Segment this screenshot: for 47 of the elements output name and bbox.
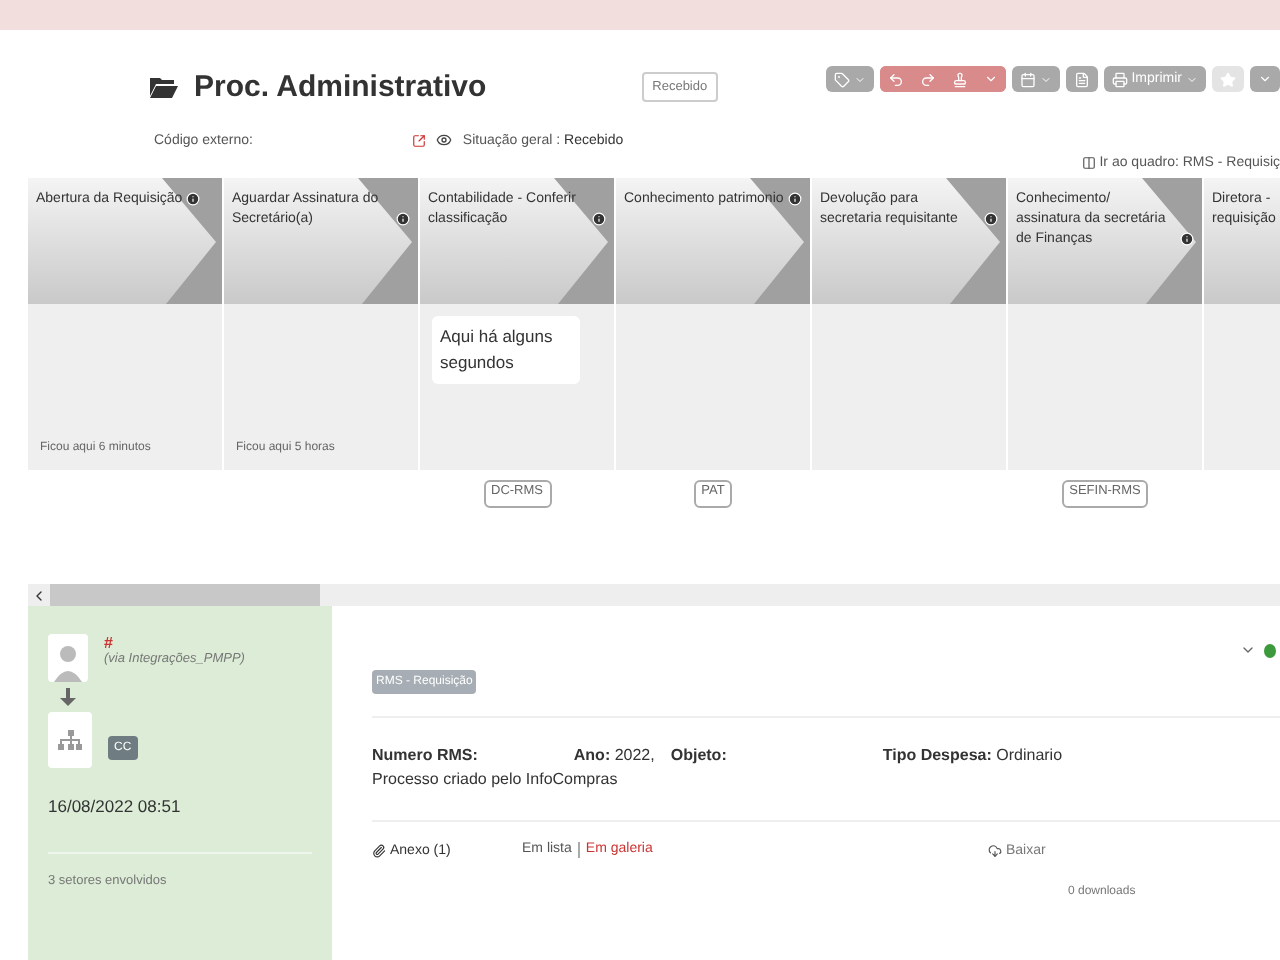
- tag-icon: [833, 71, 850, 87]
- caret-icon: [853, 73, 866, 85]
- down-arrow-icon: [60, 688, 76, 706]
- avatar-silhouette: [48, 634, 88, 682]
- star-button[interactable]: [1212, 66, 1244, 92]
- download-icon: [988, 843, 1002, 857]
- caret-icon: [1186, 73, 1198, 85]
- description-text: Processo criado pelo InfoCompras: [372, 770, 620, 788]
- stamp-icon: [951, 71, 968, 87]
- info-icon: [787, 192, 802, 207]
- separator: [577, 842, 580, 858]
- field-text: Numero RMS:: [372, 746, 478, 764]
- info-icon: [984, 212, 998, 227]
- caret-icon: [1039, 73, 1052, 85]
- paperclip-icon: [372, 843, 386, 857]
- page-title: Proc. Administrativo: [194, 70, 487, 104]
- caret-icon[interactable]: [1240, 642, 1256, 658]
- caret-icon: [1258, 72, 1272, 86]
- stage-time-card: Aqui há alguns segundos: [432, 316, 580, 385]
- info-icon: [186, 192, 201, 207]
- caret-button[interactable]: [1250, 66, 1280, 92]
- external-link-icon[interactable]: [412, 133, 427, 147]
- undo-icon: [887, 71, 904, 87]
- star-icon: [1220, 71, 1236, 87]
- redo-icon: [919, 71, 936, 87]
- calendar-icon: [1019, 71, 1036, 87]
- calendar-dropdown-button[interactable]: [1011, 66, 1060, 92]
- eye-icon[interactable]: [436, 132, 453, 148]
- folder-icon: [150, 76, 178, 98]
- document-icon: [1073, 71, 1090, 87]
- field-text: Ano: 2022,: [573, 746, 655, 764]
- document-button[interactable]: [1065, 66, 1098, 92]
- org-chart-icon: [48, 712, 92, 768]
- info-icon: [592, 212, 606, 227]
- caret-icon: [983, 72, 998, 86]
- scrollbar-thumb[interactable]: [50, 584, 320, 606]
- chevron-drawing: [358, 178, 418, 304]
- field-text: Tipo Despesa: Ordinario: [882, 746, 1063, 764]
- sender-name: #: [104, 634, 115, 652]
- tag-dropdown-button[interactable]: [825, 66, 874, 92]
- info-icon: [1180, 232, 1194, 247]
- sent-date: 16/08/2022 08:51: [48, 796, 183, 816]
- info-icon: [396, 212, 410, 227]
- board-icon: [1081, 156, 1096, 170]
- printer-icon: [1111, 71, 1128, 87]
- status-dot: [1264, 643, 1276, 657]
- field-text: Objeto:: [670, 746, 727, 764]
